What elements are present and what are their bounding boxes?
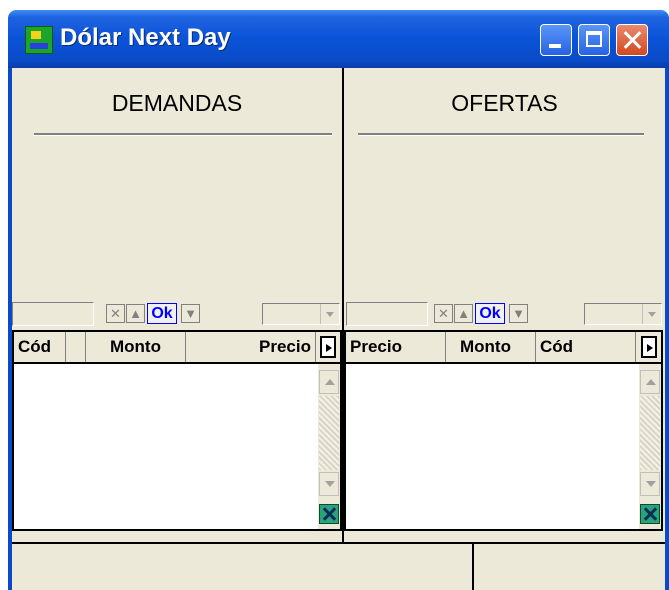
title-bar[interactable]: Dólar Next Day (8, 10, 669, 68)
delete-icon[interactable] (319, 504, 339, 524)
minimize-icon[interactable] (540, 24, 572, 56)
ofertas-grid-header: Precio Monto Cód (346, 332, 661, 364)
ofertas-dropdown[interactable] (584, 303, 662, 325)
arrow-down-icon[interactable]: ▼ (181, 304, 200, 323)
scroll-track[interactable] (640, 396, 660, 470)
dropdown-icon[interactable] (320, 304, 339, 324)
ok-button[interactable]: Ok (475, 303, 505, 324)
scroll-up-icon[interactable] (319, 370, 339, 394)
maximize-icon[interactable] (578, 24, 610, 56)
ok-button[interactable]: Ok (147, 303, 177, 324)
demandas-heading: DEMANDAS (111, 90, 243, 116)
grid-settings-icon[interactable] (316, 334, 340, 360)
column-header-precio[interactable]: Precio (186, 332, 316, 362)
scroll-down-icon[interactable] (319, 472, 339, 496)
demandas-grid[interactable]: Cód Monto Precio (12, 330, 342, 531)
ofertas-grid[interactable]: Precio Monto Cód (344, 330, 663, 531)
close-icon[interactable] (616, 24, 648, 56)
arrow-up-icon[interactable]: ▲ (126, 304, 145, 323)
demandas-toolbar: ✕ ▲ Ok ▼ (12, 300, 342, 328)
ofertas-toolbar: ✕ ▲ Ok ▼ (344, 300, 665, 328)
scroll-up-icon[interactable] (640, 370, 660, 394)
column-header-cod[interactable]: Cód (536, 332, 636, 362)
app-window: Dólar Next Day DEMANDAS ✕ ▲ Ok ▼ Cód Mon… (8, 10, 669, 590)
arrow-up-icon[interactable]: ▲ (454, 304, 473, 323)
column-header-spacer (66, 332, 86, 362)
window-frame-right (665, 68, 669, 590)
column-header-precio[interactable]: Precio (346, 332, 446, 362)
window-title: Dólar Next Day (60, 24, 231, 51)
column-header-monto[interactable]: Monto (86, 332, 186, 362)
status-separator (472, 544, 474, 590)
ofertas-heading: OFERTAS (451, 90, 558, 116)
ofertas-input-field[interactable] (346, 302, 428, 326)
delete-icon[interactable] (640, 504, 660, 524)
ofertas-scrollbar[interactable] (639, 364, 661, 529)
demandas-input-field[interactable] (12, 302, 94, 326)
app-icon[interactable] (25, 26, 53, 54)
ofertas-divider (358, 133, 644, 136)
scroll-track[interactable] (319, 396, 339, 470)
demandas-divider (34, 133, 332, 136)
demandas-scrollbar[interactable] (318, 364, 340, 529)
dropdown-icon[interactable] (642, 304, 661, 324)
demandas-dropdown[interactable] (262, 303, 340, 325)
grid-settings-icon[interactable] (637, 334, 661, 360)
scroll-down-icon[interactable] (640, 472, 660, 496)
clear-icon[interactable]: ✕ (434, 304, 453, 323)
demandas-grid-header: Cód Monto Precio (14, 332, 340, 364)
clear-icon[interactable]: ✕ (106, 304, 125, 323)
column-header-monto[interactable]: Monto (446, 332, 536, 362)
arrow-down-icon[interactable]: ▼ (509, 304, 528, 323)
column-header-cod[interactable]: Cód (14, 332, 66, 362)
ofertas-panel: OFERTAS ✕ ▲ Ok ▼ Precio Monto Cód (344, 68, 665, 542)
demandas-panel: DEMANDAS ✕ ▲ Ok ▼ Cód Monto Precio (12, 68, 342, 542)
status-bar (12, 542, 665, 590)
